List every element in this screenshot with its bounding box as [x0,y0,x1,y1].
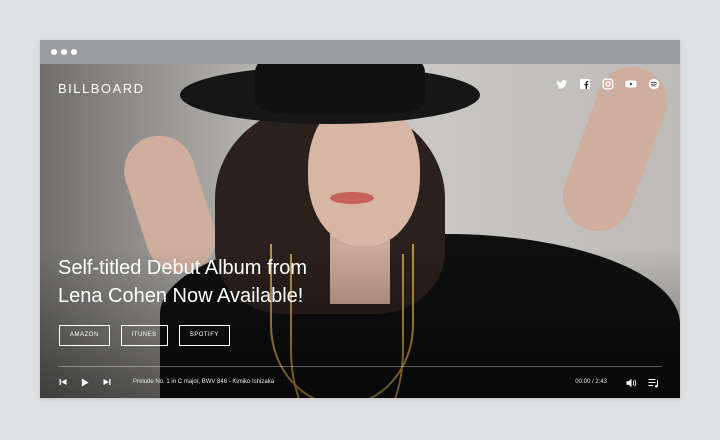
twitter-icon[interactable] [556,78,568,90]
track-title: Prelude No. 1 in C major, BWV 846 - Kimi… [133,379,275,385]
social-links [556,78,660,90]
browser-window: BILLBOARD Self-titled Debut Album from L… [40,40,680,398]
hero-section: BILLBOARD Self-titled Debut Album from L… [40,64,680,398]
track-time: 00:00 / 2:43 [575,379,607,385]
itunes-button[interactable]: ITUNES [120,325,168,346]
amazon-button[interactable]: AMAZON [59,325,110,346]
photo-shade [40,64,680,398]
progress-bar[interactable] [58,366,662,367]
headline-line: Lena Cohen Now Available! [58,285,304,307]
spotify-icon[interactable] [648,78,660,90]
instagram-icon[interactable] [602,78,614,90]
facebook-icon[interactable] [579,78,591,90]
spotify-button[interactable]: SPOTIFY [178,325,230,346]
window-dot[interactable] [61,49,67,55]
window-dot[interactable] [71,49,77,55]
youtube-icon[interactable] [625,78,637,90]
playlist-icon[interactable] [648,378,660,388]
browser-titlebar [40,40,680,64]
headline-line: Self-titled Debut Album from [58,257,307,279]
hero-headline: Self-titled Debut Album from Lena Cohen … [58,254,378,310]
site-logo[interactable]: BILLBOARD [58,81,144,96]
volume-icon[interactable] [626,378,637,388]
play-icon[interactable] [81,378,89,387]
window-dot[interactable] [51,49,57,55]
previous-icon[interactable] [59,378,67,386]
audio-player: Prelude No. 1 in C major, BWV 846 - Kimi… [40,375,680,391]
store-buttons: AMAZON ITUNES SPOTIFY [59,325,230,346]
next-icon[interactable] [103,378,111,386]
